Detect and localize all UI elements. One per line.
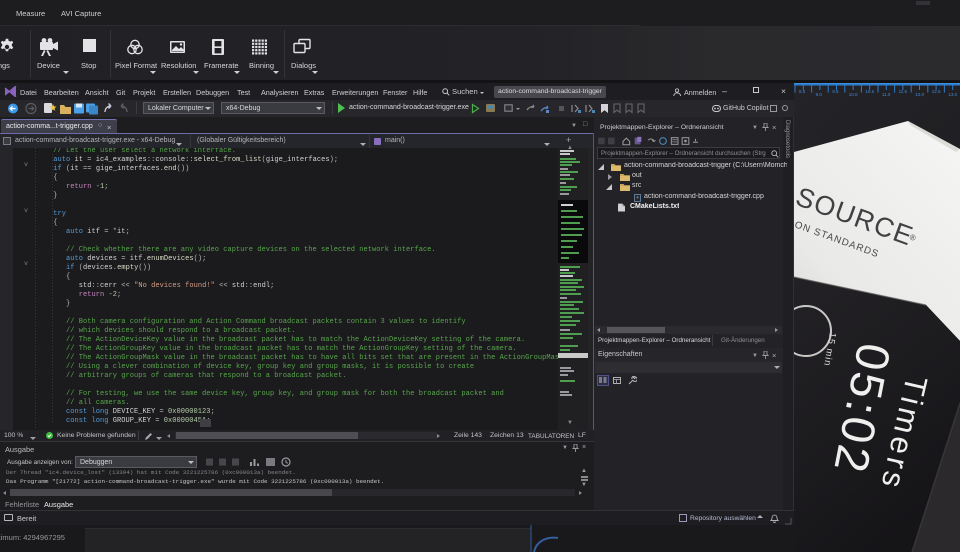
svg-text:12.5: 12.5 [932,89,941,94]
svg-text:10.5: 10.5 [865,89,874,94]
svg-text:9.0: 9.0 [816,92,823,97]
svg-text:11.5: 11.5 [899,89,908,94]
svg-text:11.0: 11.0 [882,92,891,97]
svg-text:9.5: 9.5 [832,89,839,94]
svg-text:13.0: 13.0 [948,92,957,97]
svg-text:12.0: 12.0 [915,92,924,97]
svg-text:8.5: 8.5 [799,89,806,94]
svg-text:10.0: 10.0 [849,92,858,97]
